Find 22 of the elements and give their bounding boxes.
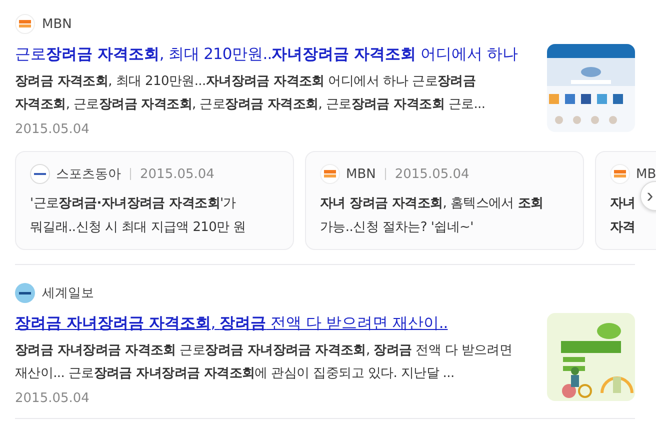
news-source: MBN xyxy=(346,166,376,182)
result-title-link[interactable]: 근로장려금 자격조회, 최대 210만원..자녀장려금 자격조회 어디에서 하나 xyxy=(15,42,518,66)
news-source: 세계일보 xyxy=(42,285,94,302)
news-logo-icon xyxy=(15,283,35,303)
news-headline: 자녀 자격 xyxy=(610,195,636,237)
news-source: 스포츠동아 xyxy=(56,166,121,183)
news-source: MB xyxy=(636,166,656,182)
result-date: 2015.05.04 xyxy=(15,122,90,137)
news-source: MBN xyxy=(42,16,72,32)
related-news-card[interactable]: 스포츠동아 2015.05.04 '근로장려금·자녀장려금 자격조회'가 뭐길래..신청 시 최대 지급액 210만 원 xyxy=(15,151,294,250)
news-date: 2015.05.04 xyxy=(140,166,214,182)
news-headline: '근로장려금·자녀장려금 자격조회'가 뭐길래..신청 시 최대 지급액 210만 원 xyxy=(30,195,247,237)
news-headline: 자녀 장려금 자격조회, 홈텍스에서 조회 가능..신청 절차는? '쉽네~' xyxy=(320,195,544,237)
news-logo-icon xyxy=(15,14,35,34)
result-snippet: 장려금 자녀장려금 자격조회 근로장려금 자녀장려금 자격조회, 장려금 전액 다 받으려면 재산이... 근로장려금 자녀장려금 자격조회에 관심이 집중되고 있다. 지난달 ... xyxy=(15,342,514,383)
news-date: 2015.05.04 xyxy=(394,166,470,182)
result-snippet: 장려금 자격조회, 최대 210만원...자녀장려금 자격조회 어디에서 하나 근로장려금 자격조회, 근로장려금 자격조회, 근로장려금 자격조회, 근로장려금 자격조회 근로... xyxy=(15,73,486,114)
news-logo-icon xyxy=(30,164,50,184)
news-logo-icon xyxy=(610,164,630,184)
result-date: 2015.05.04 xyxy=(15,391,90,406)
news-logo-icon xyxy=(320,164,340,184)
related-news-card[interactable]: MBN 2015.05.04 자녀 장려금 자격조회, 홈텍스에서 조회 가능..신청 절차는? '쉽네~' xyxy=(305,151,584,250)
